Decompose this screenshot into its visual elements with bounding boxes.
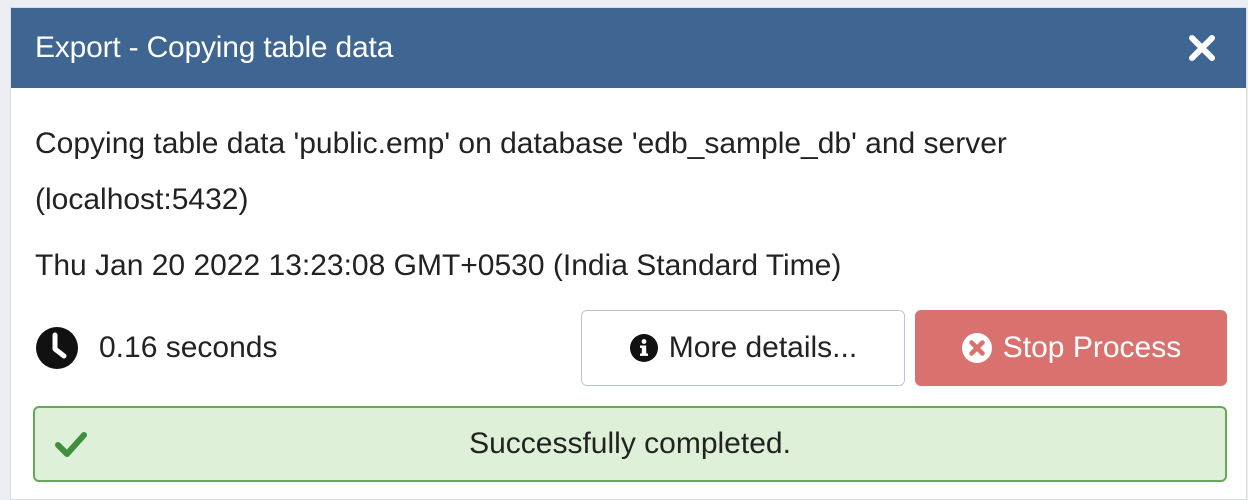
process-duration: 0.16 seconds	[35, 324, 277, 372]
close-button[interactable]	[1182, 28, 1222, 68]
process-timestamp: Thu Jan 20 2022 13:23:08 GMT+0530 (India…	[35, 249, 842, 282]
clock-icon	[36, 327, 78, 369]
info-icon	[629, 334, 658, 362]
success-alert: Successfully completed.	[33, 406, 1227, 482]
duration-text: 0.16 seconds	[99, 331, 278, 364]
success-message: Successfully completed.	[469, 427, 791, 460]
dialog-title: Export - Copying table data	[35, 31, 394, 64]
more-details-label: More details...	[668, 331, 858, 364]
times-circle-icon	[961, 333, 992, 363]
process-message: Copying table data 'public.emp' on datab…	[35, 127, 1007, 216]
stop-process-label: Stop Process	[1002, 331, 1182, 364]
more-details-button[interactable]: More details...	[581, 310, 905, 386]
check-icon	[55, 432, 87, 457]
close-icon	[1189, 35, 1215, 61]
export-dialog: Export - Copying table data Copying tabl…	[10, 7, 1247, 500]
dialog-titlebar: Export - Copying table data	[11, 8, 1246, 88]
stop-process-button[interactable]: Stop Process	[915, 310, 1227, 386]
